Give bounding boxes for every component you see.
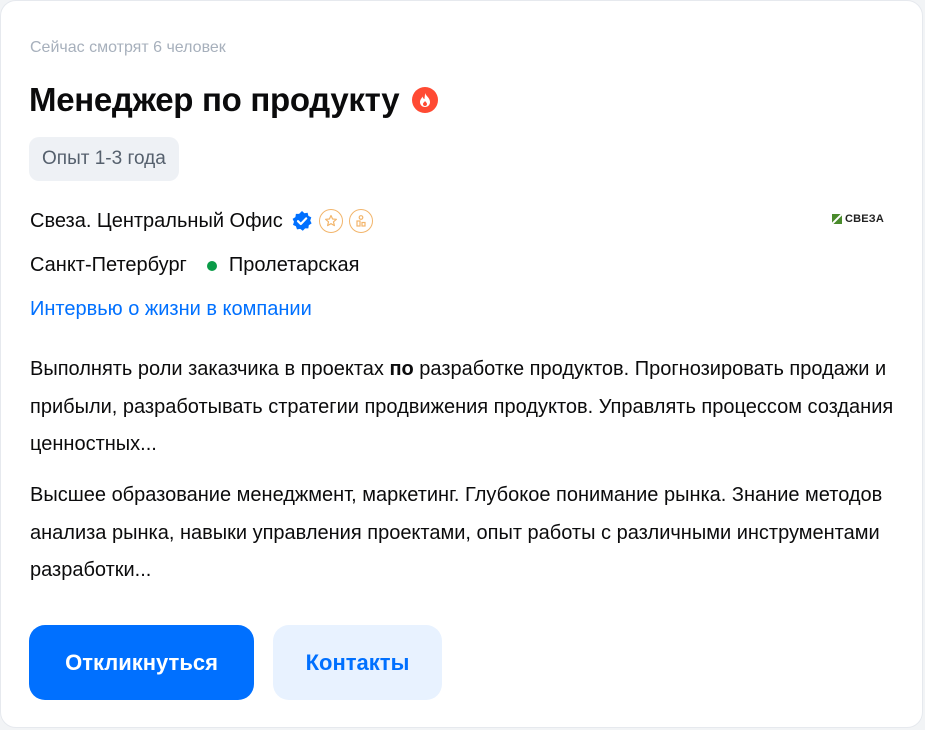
respond-button[interactable]: Откликнуться <box>29 625 254 700</box>
vacancy-card: Сейчас смотрят 6 человек Менеджер по про… <box>0 0 923 728</box>
experience-badge: Опыт 1-3 года <box>29 137 179 181</box>
company-logo-text: СВЕЗА <box>844 213 884 225</box>
star-badge-icon[interactable] <box>318 209 343 233</box>
metro-line-icon <box>206 260 217 271</box>
metro-station-label: Пролетарская <box>228 254 360 276</box>
verified-check-icon[interactable] <box>291 210 313 232</box>
interview-link[interactable]: Интервью о жизни в компании <box>30 298 312 321</box>
fire-icon <box>412 87 439 113</box>
company-row: Свеза. Центральный Офис <box>30 206 373 236</box>
logo-mark-icon <box>831 214 842 224</box>
city-label: Санкт-Петербург <box>30 254 187 276</box>
contacts-button[interactable]: Контакты <box>273 625 442 700</box>
company-logo[interactable]: СВЕЗА <box>831 213 884 225</box>
responsibilities-highlight: по <box>389 358 414 380</box>
vacancy-title[interactable]: Менеджер по продукту <box>29 81 400 119</box>
title-row: Менеджер по продукту <box>29 81 439 119</box>
watchers-count: Сейчас смотрят 6 человек <box>30 39 226 56</box>
company-name-link[interactable]: Свеза. Центральный Офис <box>30 210 283 233</box>
location-row: Санкт-Петербург Пролетарская <box>30 254 360 277</box>
vacancy-responsibilities: Выполнять роли заказчика в проектах по р… <box>30 351 900 464</box>
vacancy-requirements: Высшее образование менеджмент, маркетинг… <box>30 484 883 581</box>
responsibilities-text-start: Выполнять роли заказчика в проектах <box>30 358 390 380</box>
people-badge-icon[interactable] <box>348 209 373 233</box>
